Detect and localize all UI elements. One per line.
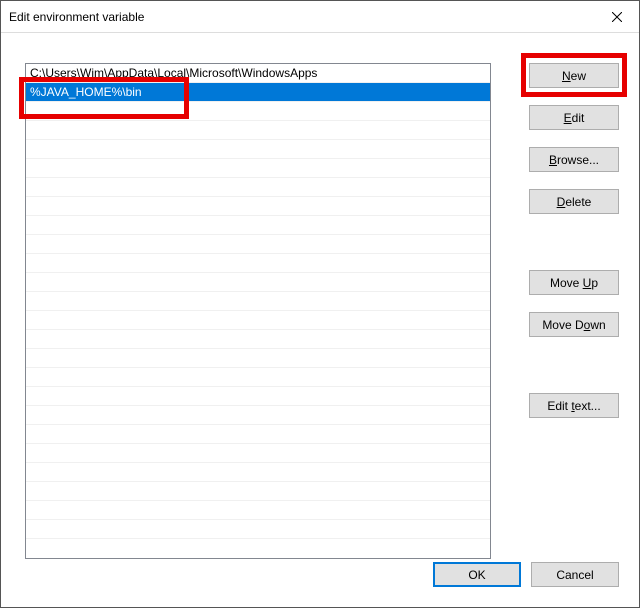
list-empty-row	[26, 235, 490, 254]
titlebar: Edit environment variable	[1, 1, 639, 33]
new-button[interactable]: New	[529, 63, 619, 88]
bottom-buttons: OK Cancel	[433, 562, 619, 587]
dialog-content: C:\Users\Wim\AppData\Local\Microsoft\Win…	[1, 33, 639, 607]
ok-button[interactable]: OK	[433, 562, 521, 587]
list-empty-row	[26, 292, 490, 311]
list-empty-row	[26, 273, 490, 292]
list-item[interactable]: %JAVA_HOME%\bin	[26, 83, 490, 102]
list-empty-row	[26, 197, 490, 216]
cancel-button[interactable]: Cancel	[531, 562, 619, 587]
list-empty-row	[26, 425, 490, 444]
edit-button[interactable]: Edit	[529, 105, 619, 130]
edit-text-button[interactable]: Edit text...	[529, 393, 619, 418]
browse-button[interactable]: Browse...	[529, 147, 619, 172]
list-empty-row	[26, 501, 490, 520]
move-up-button[interactable]: Move Up	[529, 270, 619, 295]
list-empty-row	[26, 178, 490, 197]
close-icon	[612, 12, 622, 22]
list-empty-row	[26, 330, 490, 349]
list-empty-row	[26, 520, 490, 539]
window-title: Edit environment variable	[9, 10, 144, 24]
list-empty-row	[26, 387, 490, 406]
dialog-window: Edit environment variable C:\Users\Wim\A…	[0, 0, 640, 608]
list-empty-row	[26, 140, 490, 159]
close-button[interactable]	[594, 2, 639, 32]
list-empty-row	[26, 311, 490, 330]
button-column: New Edit Browse... Delete Move Up Move D…	[529, 63, 619, 418]
list-empty-row	[26, 216, 490, 235]
list-empty-row	[26, 406, 490, 425]
list-empty-row	[26, 159, 490, 178]
delete-button[interactable]: Delete	[529, 189, 619, 214]
list-empty-row	[26, 102, 490, 121]
list-empty-row	[26, 482, 490, 501]
list-empty-row	[26, 444, 490, 463]
list-empty-row	[26, 254, 490, 273]
list-empty-row	[26, 368, 490, 387]
list-empty-row	[26, 463, 490, 482]
list-empty-row	[26, 121, 490, 140]
list-empty-row	[26, 349, 490, 368]
path-list[interactable]: C:\Users\Wim\AppData\Local\Microsoft\Win…	[25, 63, 491, 559]
move-down-button[interactable]: Move Down	[529, 312, 619, 337]
list-item[interactable]: C:\Users\Wim\AppData\Local\Microsoft\Win…	[26, 64, 490, 83]
